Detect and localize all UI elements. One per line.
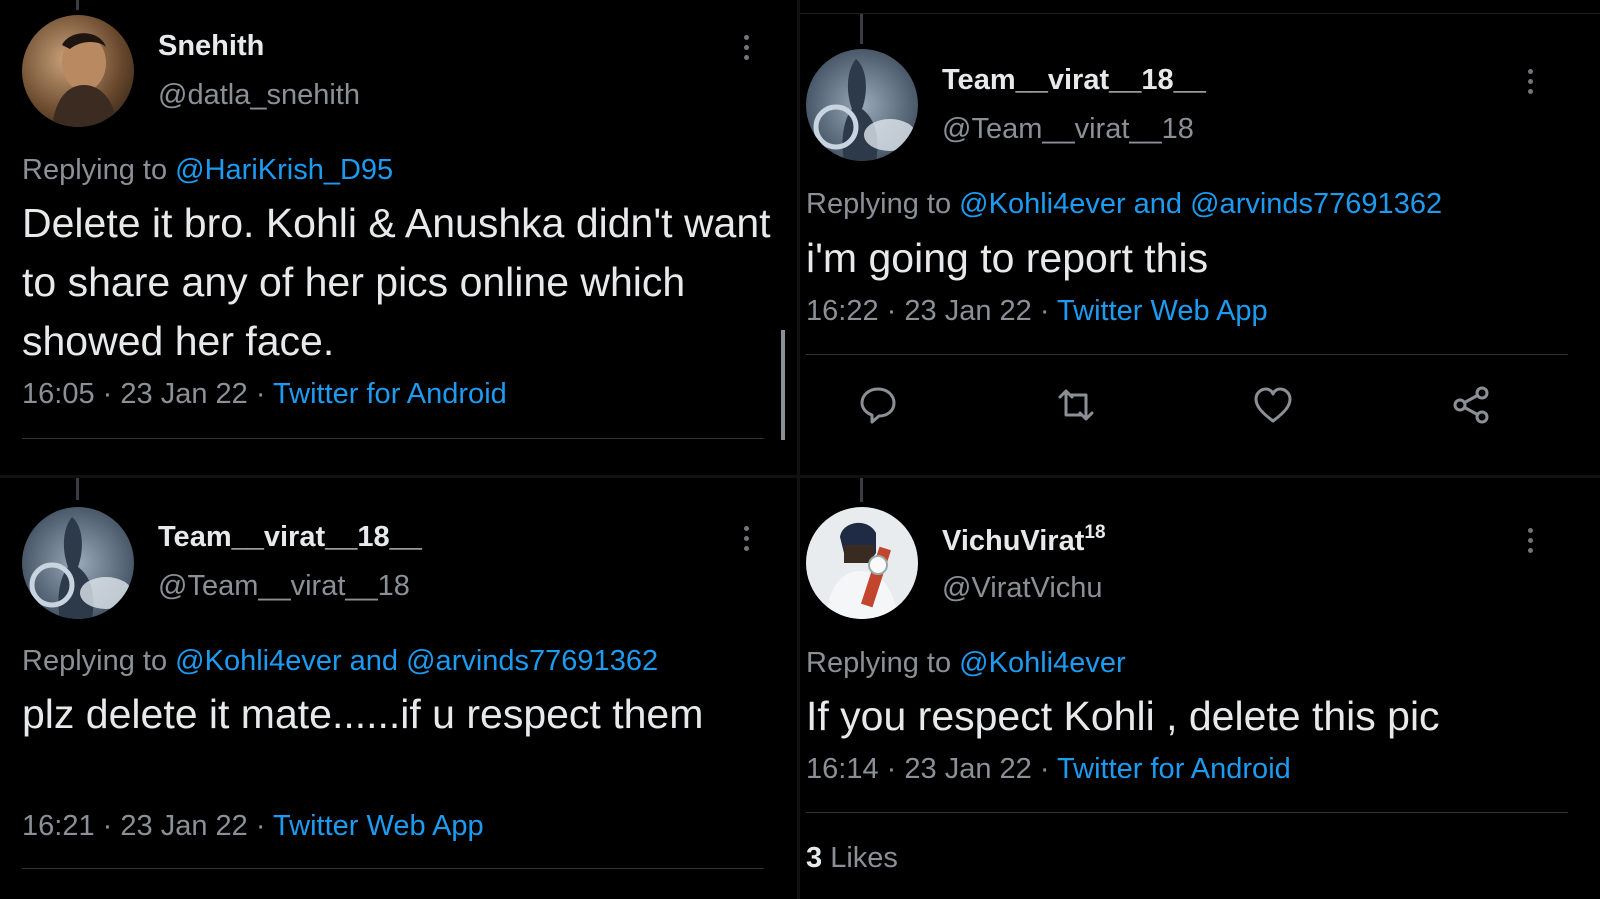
replying-prefix: Replying to <box>22 645 168 677</box>
meta-separator: · <box>102 810 113 842</box>
replying-to-link[interactable]: @Kohli4ever and @arvinds77691362 <box>959 188 1442 220</box>
tweet-meta: 16:14 · 23 Jan 22 · Twitter for Android <box>806 753 1291 786</box>
tweet-time[interactable]: 16:05 <box>22 378 95 410</box>
tweet-text: If you respect Kohli , delete this pic <box>806 693 1440 739</box>
meta-separator: · <box>886 753 897 785</box>
replying-to-link[interactable]: @Kohli4ever <box>959 647 1125 679</box>
display-name[interactable]: VichuVirat18 <box>942 522 1106 558</box>
tweet-time[interactable]: 16:22 <box>806 295 879 327</box>
replying-to: Replying to @HariKrish_D95 <box>22 154 393 187</box>
avatar[interactable] <box>806 507 918 619</box>
tweet-source[interactable]: Twitter Web App <box>1057 295 1268 327</box>
replying-to: Replying to @Kohli4ever and @arvinds7769… <box>22 645 658 678</box>
display-name[interactable]: Team__virat__18__ <box>158 521 422 554</box>
tweet-panel-4: VichuVirat18 @ViratVichu Replying to @Ko… <box>800 478 1600 899</box>
avatar[interactable] <box>806 49 918 161</box>
user-handle[interactable]: @ViratVichu <box>942 572 1103 605</box>
likes-label: Likes <box>830 842 898 874</box>
user-handle[interactable]: @Team__virat__18 <box>158 570 410 603</box>
user-handle[interactable]: @datla_snehith <box>158 79 360 112</box>
replying-to-link[interactable]: @Kohli4ever and @arvinds77691362 <box>175 645 658 677</box>
tweet-text: plz delete it mate......if u respect the… <box>22 691 704 737</box>
tweet-meta: 16:22 · 23 Jan 22 · Twitter Web App <box>806 295 1268 328</box>
tweet-panel-1: Snehith @datla_snehith Replying to @Hari… <box>0 0 797 475</box>
thread-line <box>860 478 863 502</box>
avatar[interactable] <box>22 507 134 619</box>
tweet-panel-3: Team__virat__18__ @Team__virat__18 Reply… <box>0 478 797 899</box>
reply-icon[interactable] <box>856 383 900 427</box>
more-options-icon[interactable] <box>744 526 750 554</box>
tweet-source[interactable]: Twitter Web App <box>273 810 484 842</box>
tweet-date[interactable]: 23 Jan 22 <box>904 753 1031 785</box>
user-handle[interactable]: @Team__virat__18 <box>942 113 1194 146</box>
meta-separator: · <box>102 378 113 410</box>
tweet-time[interactable]: 16:21 <box>22 810 95 842</box>
replying-prefix: Replying to <box>806 188 952 220</box>
divider <box>22 438 764 439</box>
more-options-icon[interactable] <box>1528 528 1534 556</box>
like-icon[interactable] <box>1251 383 1295 427</box>
divider <box>800 13 1600 14</box>
more-options-icon[interactable] <box>1528 69 1534 97</box>
tweet-text: Delete it bro. Kohli & Anushka didn't wa… <box>22 200 771 364</box>
share-icon[interactable] <box>1450 383 1494 427</box>
tweet-panel-2: Team__virat__18__ @Team__virat__18 Reply… <box>800 0 1600 475</box>
meta-separator: · <box>255 810 266 842</box>
scrollbar[interactable] <box>781 330 785 440</box>
tweet-date[interactable]: 23 Jan 22 <box>120 810 247 842</box>
replying-prefix: Replying to <box>806 647 952 679</box>
tweet-meta: 16:21 · 23 Jan 22 · Twitter Web App <box>22 810 484 843</box>
replying-to-link[interactable]: @HariKrish_D95 <box>175 154 393 186</box>
meta-separator: · <box>886 295 897 327</box>
likes-count[interactable]: 3 Likes <box>806 842 898 875</box>
tweet-text: i'm going to report this <box>806 235 1209 281</box>
divider <box>22 868 764 869</box>
tweet-meta: 16:05 · 23 Jan 22 · Twitter for Android <box>22 378 507 411</box>
tweet-time[interactable]: 16:14 <box>806 753 879 785</box>
replying-prefix: Replying to <box>22 154 168 186</box>
meta-separator: · <box>1039 295 1050 327</box>
more-options-icon[interactable] <box>744 35 750 63</box>
replying-to: Replying to @Kohli4ever and @arvinds7769… <box>806 188 1442 221</box>
tweet-date[interactable]: 23 Jan 22 <box>904 295 1031 327</box>
display-name[interactable]: Team__virat__18__ <box>942 64 1206 97</box>
meta-separator: · <box>255 378 266 410</box>
divider <box>806 354 1568 355</box>
retweet-icon[interactable] <box>1054 383 1098 427</box>
thread-line <box>76 0 79 10</box>
divider <box>806 812 1568 813</box>
display-name[interactable]: Snehith <box>158 30 264 63</box>
meta-separator: · <box>1039 753 1050 785</box>
display-name-text: VichuVirat <box>942 525 1085 557</box>
likes-number: 3 <box>806 842 823 874</box>
tweet-source[interactable]: Twitter for Android <box>273 378 507 410</box>
tweet-date[interactable]: 23 Jan 22 <box>120 378 247 410</box>
avatar[interactable] <box>22 15 134 127</box>
display-name-superscript: 18 <box>1084 522 1106 543</box>
replying-to: Replying to @Kohli4ever <box>806 647 1126 680</box>
tweet-source[interactable]: Twitter for Android <box>1057 753 1291 785</box>
thread-line <box>860 14 863 44</box>
thread-line <box>76 478 79 500</box>
